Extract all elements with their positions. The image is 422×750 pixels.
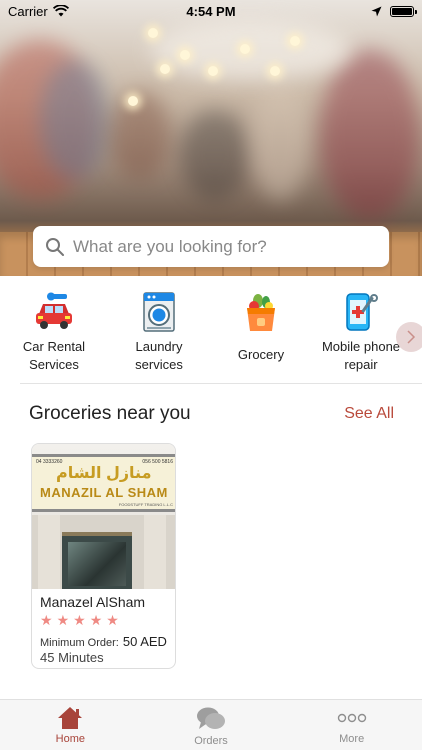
tab-more[interactable]: More <box>281 700 422 750</box>
store-card[interactable]: 04 3333260 056 500 5816 منازل الشام MANA… <box>31 443 176 669</box>
store-sign-arabic: منازل الشام <box>56 465 152 482</box>
minimum-order-label: Minimum Order: <box>40 637 119 649</box>
phone-repair-icon <box>339 290 383 334</box>
categories-next-button[interactable] <box>396 322 422 352</box>
star-icon: ★ <box>73 612 86 628</box>
category-label-line2: Services <box>29 357 79 372</box>
store-name: Manazel AlSham <box>40 594 146 610</box>
delivery-time: 45 Minutes <box>40 650 104 665</box>
category-label: Car Rental <box>22 339 86 354</box>
location-arrow-icon <box>371 6 382 16</box>
store-rating: ★ ★ ★ ★ ★ <box>40 612 119 628</box>
tab-label: Orders <box>194 735 228 747</box>
minimum-order-value: 50 AED <box>122 634 167 649</box>
category-label: Laundry <box>135 339 183 354</box>
status-bar: Carrier 4:54 PM <box>0 0 422 22</box>
divider <box>20 383 422 384</box>
search-bar[interactable] <box>33 226 389 267</box>
star-icon: ★ <box>40 612 53 628</box>
star-icon: ★ <box>89 612 103 628</box>
tab-label: More <box>339 733 365 745</box>
category-list: Car Rental Services Laundry services Gro… <box>0 290 422 382</box>
wifi-icon <box>52 5 69 17</box>
star-icon: ★ <box>56 612 70 628</box>
store-sign: 04 3333260 056 500 5816 منازل الشام MANA… <box>32 454 175 512</box>
tab-home[interactable]: Home <box>0 700 141 750</box>
washing-machine-icon <box>137 290 181 334</box>
category-grocery[interactable]: Grocery <box>211 290 311 382</box>
battery-icon <box>390 5 417 17</box>
minimum-order: Minimum Order: 50 AED <box>40 634 167 649</box>
carrier-label: Carrier <box>8 3 48 19</box>
star-icon: ★ <box>106 612 119 628</box>
chevron-right-icon <box>407 330 416 344</box>
category-laundry[interactable]: Laundry services <box>109 290 209 382</box>
chat-bubbles-icon <box>197 707 225 729</box>
search-input[interactable] <box>73 236 377 257</box>
see-all-link[interactable]: See All <box>344 405 394 423</box>
category-car-rental[interactable]: Car Rental Services <box>4 290 104 382</box>
tab-label: Home <box>55 733 85 745</box>
category-label-line2: services <box>135 357 183 372</box>
store-image: 04 3333260 056 500 5816 منازل الشام MANA… <box>32 444 175 589</box>
grocery-bag-icon <box>239 290 283 334</box>
category-label-line2: repair <box>344 357 378 372</box>
category-label: Grocery <box>237 347 285 362</box>
search-icon <box>46 237 64 256</box>
home-icon <box>58 707 83 729</box>
tab-orders[interactable]: Orders <box>141 700 282 750</box>
store-sign-english: MANAZIL AL SHAM <box>40 485 168 500</box>
more-dots-icon <box>337 713 366 723</box>
tab-bar: Home Orders More <box>0 699 422 750</box>
section-title: Groceries near you <box>29 403 191 424</box>
store-sign-subtitle: FOODSTUFF TRADING L.L.C <box>118 502 173 507</box>
car-icon <box>32 290 76 334</box>
